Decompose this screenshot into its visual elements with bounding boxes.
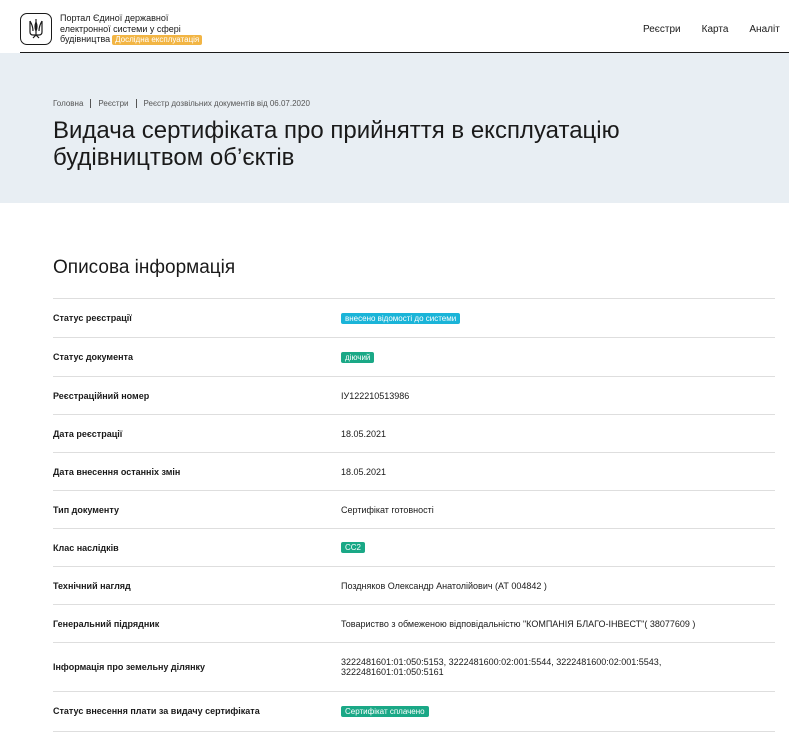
table-row: Дата внесення останніх змін 18.05.2021 — [53, 452, 775, 490]
section-title: Описова інформація — [53, 257, 236, 278]
table-row: Клас наслідків СС2 — [53, 528, 775, 566]
table-row: Дата реєстрації 18.05.2021 — [53, 414, 775, 452]
breadcrumb-separator — [135, 99, 137, 108]
row-value-line: 3222481601:01:050:5161 — [341, 667, 444, 677]
table-row: Генеральний підрядник Товариство з обмеже… — [53, 604, 775, 642]
trident-icon — [29, 19, 43, 39]
table-row: Статус внесення плати за видачу сертифік… — [53, 691, 775, 730]
row-value-badge: внесено відомості до системи — [341, 312, 461, 324]
row-label: Дата внесення останніх змін — [53, 466, 181, 477]
breadcrumb-separator — [90, 99, 92, 108]
breadcrumb-registries[interactable]: Реєстри — [98, 99, 128, 108]
status-badge: Сертифікат сплачено — [341, 705, 429, 717]
row-value: Поздняков Олександр Анатолійович (АТ 004… — [341, 580, 547, 591]
breadcrumb-current[interactable]: Реєстр дозвільних документів від 06.07.2… — [144, 99, 310, 108]
portal-title-line3: будівництва — [60, 34, 111, 44]
table-bottom-divider — [53, 731, 775, 732]
status-badge: СС2 — [341, 542, 366, 553]
nav-map[interactable]: Карта — [702, 24, 729, 35]
row-value-badge: Сертифікат сплачено — [341, 705, 429, 717]
row-label: Реєстраційний номер — [53, 390, 150, 401]
row-label: Інформація про земельну ділянку — [53, 662, 206, 672]
table-row: Статус реєстрації внесено відомості до си… — [53, 298, 775, 337]
portal-title[interactable]: Портал Єдиної державної електронної сист… — [60, 13, 220, 45]
row-label: Статус реєстрації — [53, 313, 132, 323]
row-value: 18.05.2021 — [341, 428, 387, 439]
row-label: Дата реєстрації — [53, 428, 123, 439]
row-value: 18.05.2021 — [341, 466, 387, 477]
row-label: Технічний нагляд — [53, 580, 131, 591]
breadcrumb: Головна Реєстри Реєстр дозвільних докуме… — [53, 99, 310, 108]
logo[interactable] — [20, 13, 52, 45]
row-label: Клас наслідків — [53, 542, 119, 553]
row-value: Товариство з обмеженою відповідальністю … — [341, 618, 696, 629]
row-value-badge: діючий — [341, 351, 375, 363]
main-nav: Реєстри Карта Аналіт — [643, 24, 789, 35]
nav-analytics[interactable]: Аналіт — [749, 24, 779, 35]
portal-title-line1: Портал Єдиної державної — [60, 13, 169, 23]
site-header: Портал Єдиної державної електронної сист… — [0, 0, 789, 53]
row-label: Статус документа — [53, 352, 133, 362]
page-title: Видача сертифіката про прийняття в експл… — [53, 117, 620, 171]
table-row: Реєстраційний номер ІУ122210513986 — [53, 376, 775, 414]
row-label: Тип документу — [53, 504, 119, 515]
row-value: Сертифікат готовності — [341, 504, 434, 515]
table-row: Статус документа діючий — [53, 337, 775, 376]
table-row: Технічний нагляд Поздняков Олександр Анат… — [53, 566, 775, 604]
row-value: ІУ122210513986 — [341, 390, 410, 401]
row-value-badge: СС2 — [341, 542, 366, 553]
table-row: Інформація про земельну ділянку 322248160… — [53, 642, 775, 691]
row-label: Генеральний підрядник — [53, 618, 160, 629]
breadcrumb-home[interactable]: Головна — [53, 99, 83, 108]
row-label: Статус внесення плати за видачу сертифік… — [53, 706, 260, 716]
portal-title-line2: електронної системи у сфері — [60, 23, 181, 34]
beta-badge: Дослідна експлуатація — [112, 35, 203, 45]
status-badge: внесено відомості до системи — [341, 312, 461, 324]
status-badge: діючий — [341, 351, 375, 363]
nav-registries[interactable]: Реєстри — [643, 24, 681, 35]
row-value-line: 3222481601:01:050:5153, 3222481600:02:00… — [341, 657, 662, 667]
hero-banner: Головна Реєстри Реєстр дозвільних докуме… — [0, 53, 789, 203]
table-row: Тип документу Сертифікат готовності — [53, 490, 775, 528]
row-value: 3222481601:01:050:5153, 3222481600:02:00… — [341, 657, 661, 677]
info-table: Статус реєстрації внесено відомості до си… — [53, 298, 775, 730]
